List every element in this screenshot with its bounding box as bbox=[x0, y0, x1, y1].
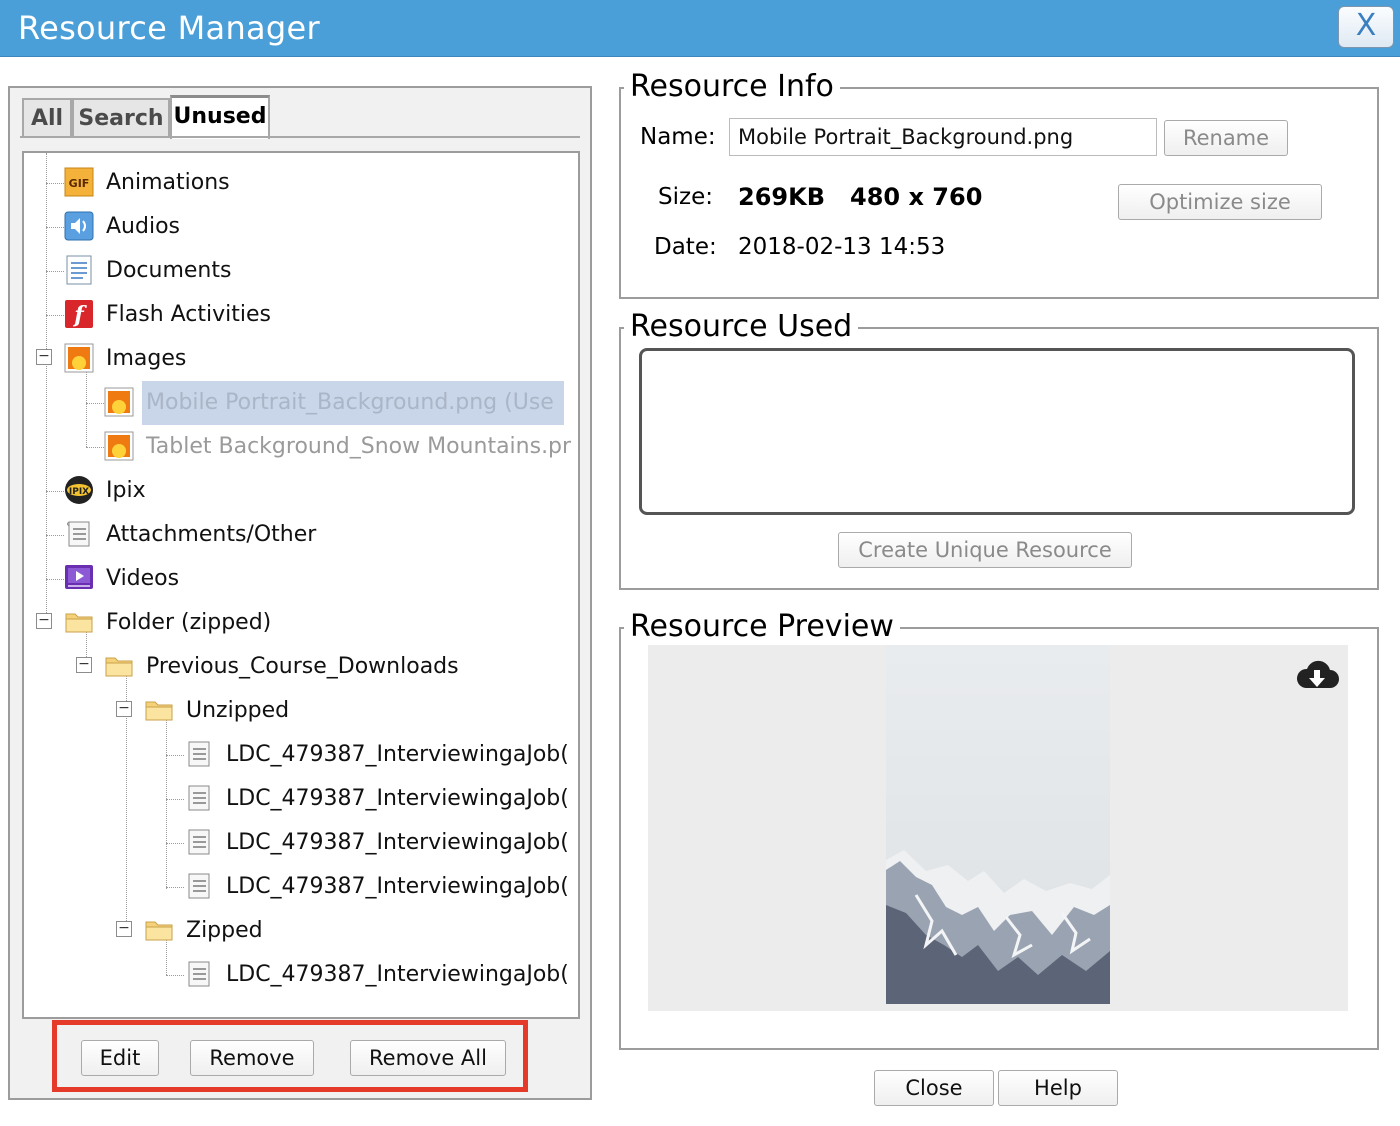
tree-item-label: LDC_479387_InterviewingaJob( bbox=[226, 874, 569, 899]
tree-line bbox=[166, 755, 184, 756]
create-unique-resource-button[interactable]: Create Unique Resource bbox=[838, 532, 1132, 568]
cloud-download-icon[interactable] bbox=[1294, 658, 1340, 694]
folder-icon bbox=[105, 657, 133, 677]
tree-item-label: Audios bbox=[106, 214, 180, 239]
tab-strip-divider bbox=[20, 136, 580, 138]
tree-line bbox=[166, 799, 184, 800]
tree-line bbox=[46, 315, 64, 316]
attachment-icon bbox=[67, 521, 90, 547]
window-title: Resource Manager bbox=[18, 9, 320, 47]
tree-item-label: Attachments/Other bbox=[106, 522, 317, 547]
tree-line bbox=[166, 975, 184, 976]
image-icon bbox=[64, 343, 94, 373]
remove-all-button[interactable]: Remove All bbox=[350, 1040, 506, 1076]
tree-item-label: Videos bbox=[106, 566, 180, 591]
image-icon bbox=[104, 387, 134, 417]
tab-unused[interactable]: Unused bbox=[170, 95, 270, 139]
tree-item-label: Ipix bbox=[106, 478, 146, 503]
attachment-icon bbox=[188, 873, 210, 899]
svg-text:GIF: GIF bbox=[69, 177, 90, 190]
folder-icon bbox=[145, 701, 173, 721]
tree-line bbox=[166, 719, 167, 889]
tree-item-label: Animations bbox=[106, 170, 230, 195]
edit-button[interactable]: Edit bbox=[81, 1040, 159, 1076]
tree-item-label: LDC_479387_InterviewingaJob( bbox=[226, 742, 569, 767]
collapse-images-toggle[interactable]: − bbox=[36, 349, 52, 365]
folder-icon bbox=[145, 921, 173, 941]
size-label: Size: bbox=[658, 184, 713, 210]
document-icon bbox=[66, 255, 92, 285]
tree-item-label: Folder (zipped) bbox=[106, 610, 272, 635]
collapse-unzipped-toggle[interactable]: − bbox=[116, 701, 132, 717]
tree-line bbox=[166, 887, 184, 888]
tree-item-label: Documents bbox=[106, 258, 232, 283]
attachment-icon bbox=[188, 785, 210, 811]
tree-item-label: LDC_479387_InterviewingaJob( bbox=[226, 786, 569, 811]
dimensions-value: 480 x 760 bbox=[850, 183, 983, 211]
flash-icon: f bbox=[65, 300, 93, 328]
resource-used-heading: Resource Used bbox=[624, 310, 859, 344]
resource-info-heading: Resource Info bbox=[624, 70, 840, 104]
svg-text:IPIX: IPIX bbox=[69, 487, 89, 497]
close-window-button[interactable]: X bbox=[1338, 6, 1394, 48]
remove-button[interactable]: Remove bbox=[190, 1040, 314, 1076]
tree-line bbox=[46, 153, 47, 615]
tree-line bbox=[46, 491, 64, 492]
tree-line bbox=[166, 843, 184, 844]
tree-line bbox=[46, 183, 64, 184]
tree-line bbox=[46, 227, 64, 228]
folder-icon bbox=[65, 613, 93, 633]
preview-image bbox=[886, 645, 1110, 1004]
tree-item-label: LDC_479387_InterviewingaJob( bbox=[226, 830, 569, 855]
tab-search[interactable]: Search bbox=[72, 98, 170, 138]
name-label: Name: bbox=[640, 124, 716, 150]
tree-line bbox=[46, 535, 64, 536]
tree-item-label: Images bbox=[106, 346, 187, 371]
tree-item-label: Flash Activities bbox=[106, 302, 272, 327]
tree-item-label: Previous_Course_Downloads bbox=[146, 654, 459, 679]
tree-line bbox=[86, 367, 87, 447]
rename-button[interactable]: Rename bbox=[1164, 120, 1288, 156]
collapse-folder-toggle[interactable]: − bbox=[36, 613, 52, 629]
tree-item-label: LDC_479387_InterviewingaJob( bbox=[226, 962, 569, 987]
resource-tree: − − − − − GIF Animations Audios Document… bbox=[22, 151, 580, 1019]
collapse-zipped-toggle[interactable]: − bbox=[116, 921, 132, 937]
ipix-icon: IPIX bbox=[65, 476, 93, 504]
tree-item-label: Zipped bbox=[186, 918, 263, 943]
tree-item-label: Mobile Portrait_Background.png (Use bbox=[142, 381, 564, 425]
attachment-icon bbox=[188, 741, 210, 767]
audio-icon bbox=[64, 211, 94, 241]
tree-item-label: Tablet Background_Snow Mountains.pr bbox=[146, 434, 572, 459]
close-button[interactable]: Close bbox=[874, 1070, 994, 1106]
gif-icon: GIF bbox=[64, 167, 94, 197]
size-value: 269KB bbox=[738, 183, 825, 211]
date-label: Date: bbox=[654, 234, 717, 260]
help-button[interactable]: Help bbox=[998, 1070, 1118, 1106]
tree-line bbox=[46, 579, 64, 580]
tree-line bbox=[86, 447, 104, 448]
resource-name-field[interactable]: Mobile Portrait_Background.png bbox=[729, 118, 1157, 156]
collapse-previous-downloads-toggle[interactable]: − bbox=[76, 657, 92, 673]
resource-preview-heading: Resource Preview bbox=[624, 610, 900, 644]
tree-item-label: Unzipped bbox=[186, 698, 290, 723]
attachment-icon bbox=[188, 961, 210, 987]
video-icon bbox=[65, 565, 93, 589]
image-icon bbox=[104, 431, 134, 461]
resource-browser-panel: All Search Unused − − − − − GIF Animatio… bbox=[8, 86, 592, 1100]
resource-used-list[interactable] bbox=[639, 348, 1355, 515]
date-value: 2018-02-13 14:53 bbox=[738, 234, 946, 260]
tree-line bbox=[46, 271, 64, 272]
optimize-size-button[interactable]: Optimize size bbox=[1118, 184, 1322, 220]
tree-line bbox=[86, 403, 104, 404]
tab-all[interactable]: All bbox=[22, 98, 72, 138]
attachment-icon bbox=[188, 829, 210, 855]
